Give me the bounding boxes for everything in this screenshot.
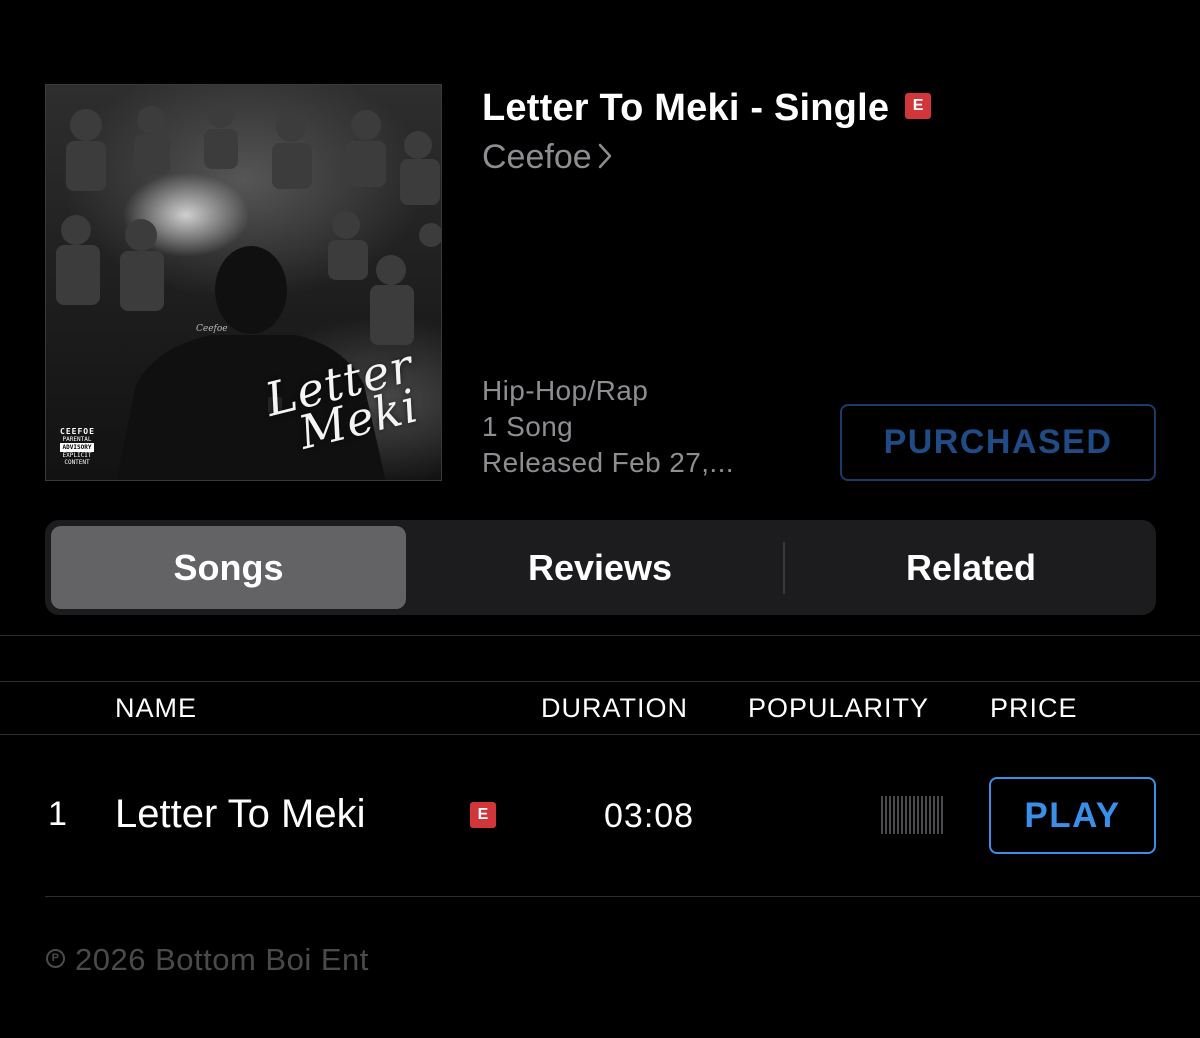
column-header-price[interactable]: PRICE [990,693,1078,724]
popularity-bar [909,796,911,834]
popularity-bar [941,796,943,834]
explicit-badge: E [470,802,496,828]
column-header-duration[interactable]: DURATION [541,693,688,724]
tab-divider [783,542,785,594]
popularity-bar [897,796,899,834]
album-title-text: Letter To Meki - Single [482,87,890,129]
tab-songs[interactable]: Songs [51,526,406,609]
track-number: 1 [48,795,67,833]
popularity-bar [933,796,935,834]
divider [45,896,1200,897]
purchased-button[interactable]: PURCHASED [840,404,1156,481]
chevron-right-icon [598,143,611,169]
popularity-bars-icon [881,796,945,834]
album-artwork: Ceefoe Letter Meki CEEFOE PARENTAL ADVIS… [45,84,442,481]
divider [0,681,1200,682]
popularity-bar [929,796,931,834]
track-explicit: E [470,802,496,828]
album-song-count: 1 Song [482,411,574,442]
album-release-date: Released Feb 27,... [482,447,734,478]
album-title: Letter To Meki - Single E [482,87,932,130]
artist-link[interactable]: Ceefoe [482,138,612,177]
divider [0,734,1200,735]
divider [0,635,1200,636]
popularity-bar [937,796,939,834]
track-duration: 03:08 [604,797,695,835]
tab-related[interactable]: Related [786,526,1156,609]
popularity-bar [925,796,927,834]
album-genre: Hip-Hop/Rap [482,375,649,406]
explicit-badge: E [905,92,932,119]
copyright: P 2026 Bottom Boi Ent [46,942,369,978]
track-title: Letter To Meki [115,792,366,836]
tab-bar: Songs Reviews Related [45,520,1156,615]
popularity-bar [889,796,891,834]
play-button[interactable]: PLAY [989,777,1156,854]
popularity-bar [921,796,923,834]
parental-advisory-label: CEEFOE PARENTAL ADVISORY EXPLICIT CONTEN… [60,427,95,466]
tab-reviews[interactable]: Reviews [425,526,775,609]
artist-name: Ceefoe [482,138,592,176]
svg-text:Ceefoe: Ceefoe [196,324,228,334]
column-header-name[interactable]: NAME [115,693,197,724]
column-header-popularity[interactable]: POPULARITY [748,693,929,724]
popularity-bar [893,796,895,834]
popularity-bar [905,796,907,834]
popularity-bar [881,796,883,834]
copyright-text: 2026 Bottom Boi Ent [75,942,369,977]
popularity-bar [901,796,903,834]
popularity-bar [917,796,919,834]
popularity-bar [913,796,915,834]
phonogram-icon: P [46,949,65,969]
popularity-bar [885,796,887,834]
